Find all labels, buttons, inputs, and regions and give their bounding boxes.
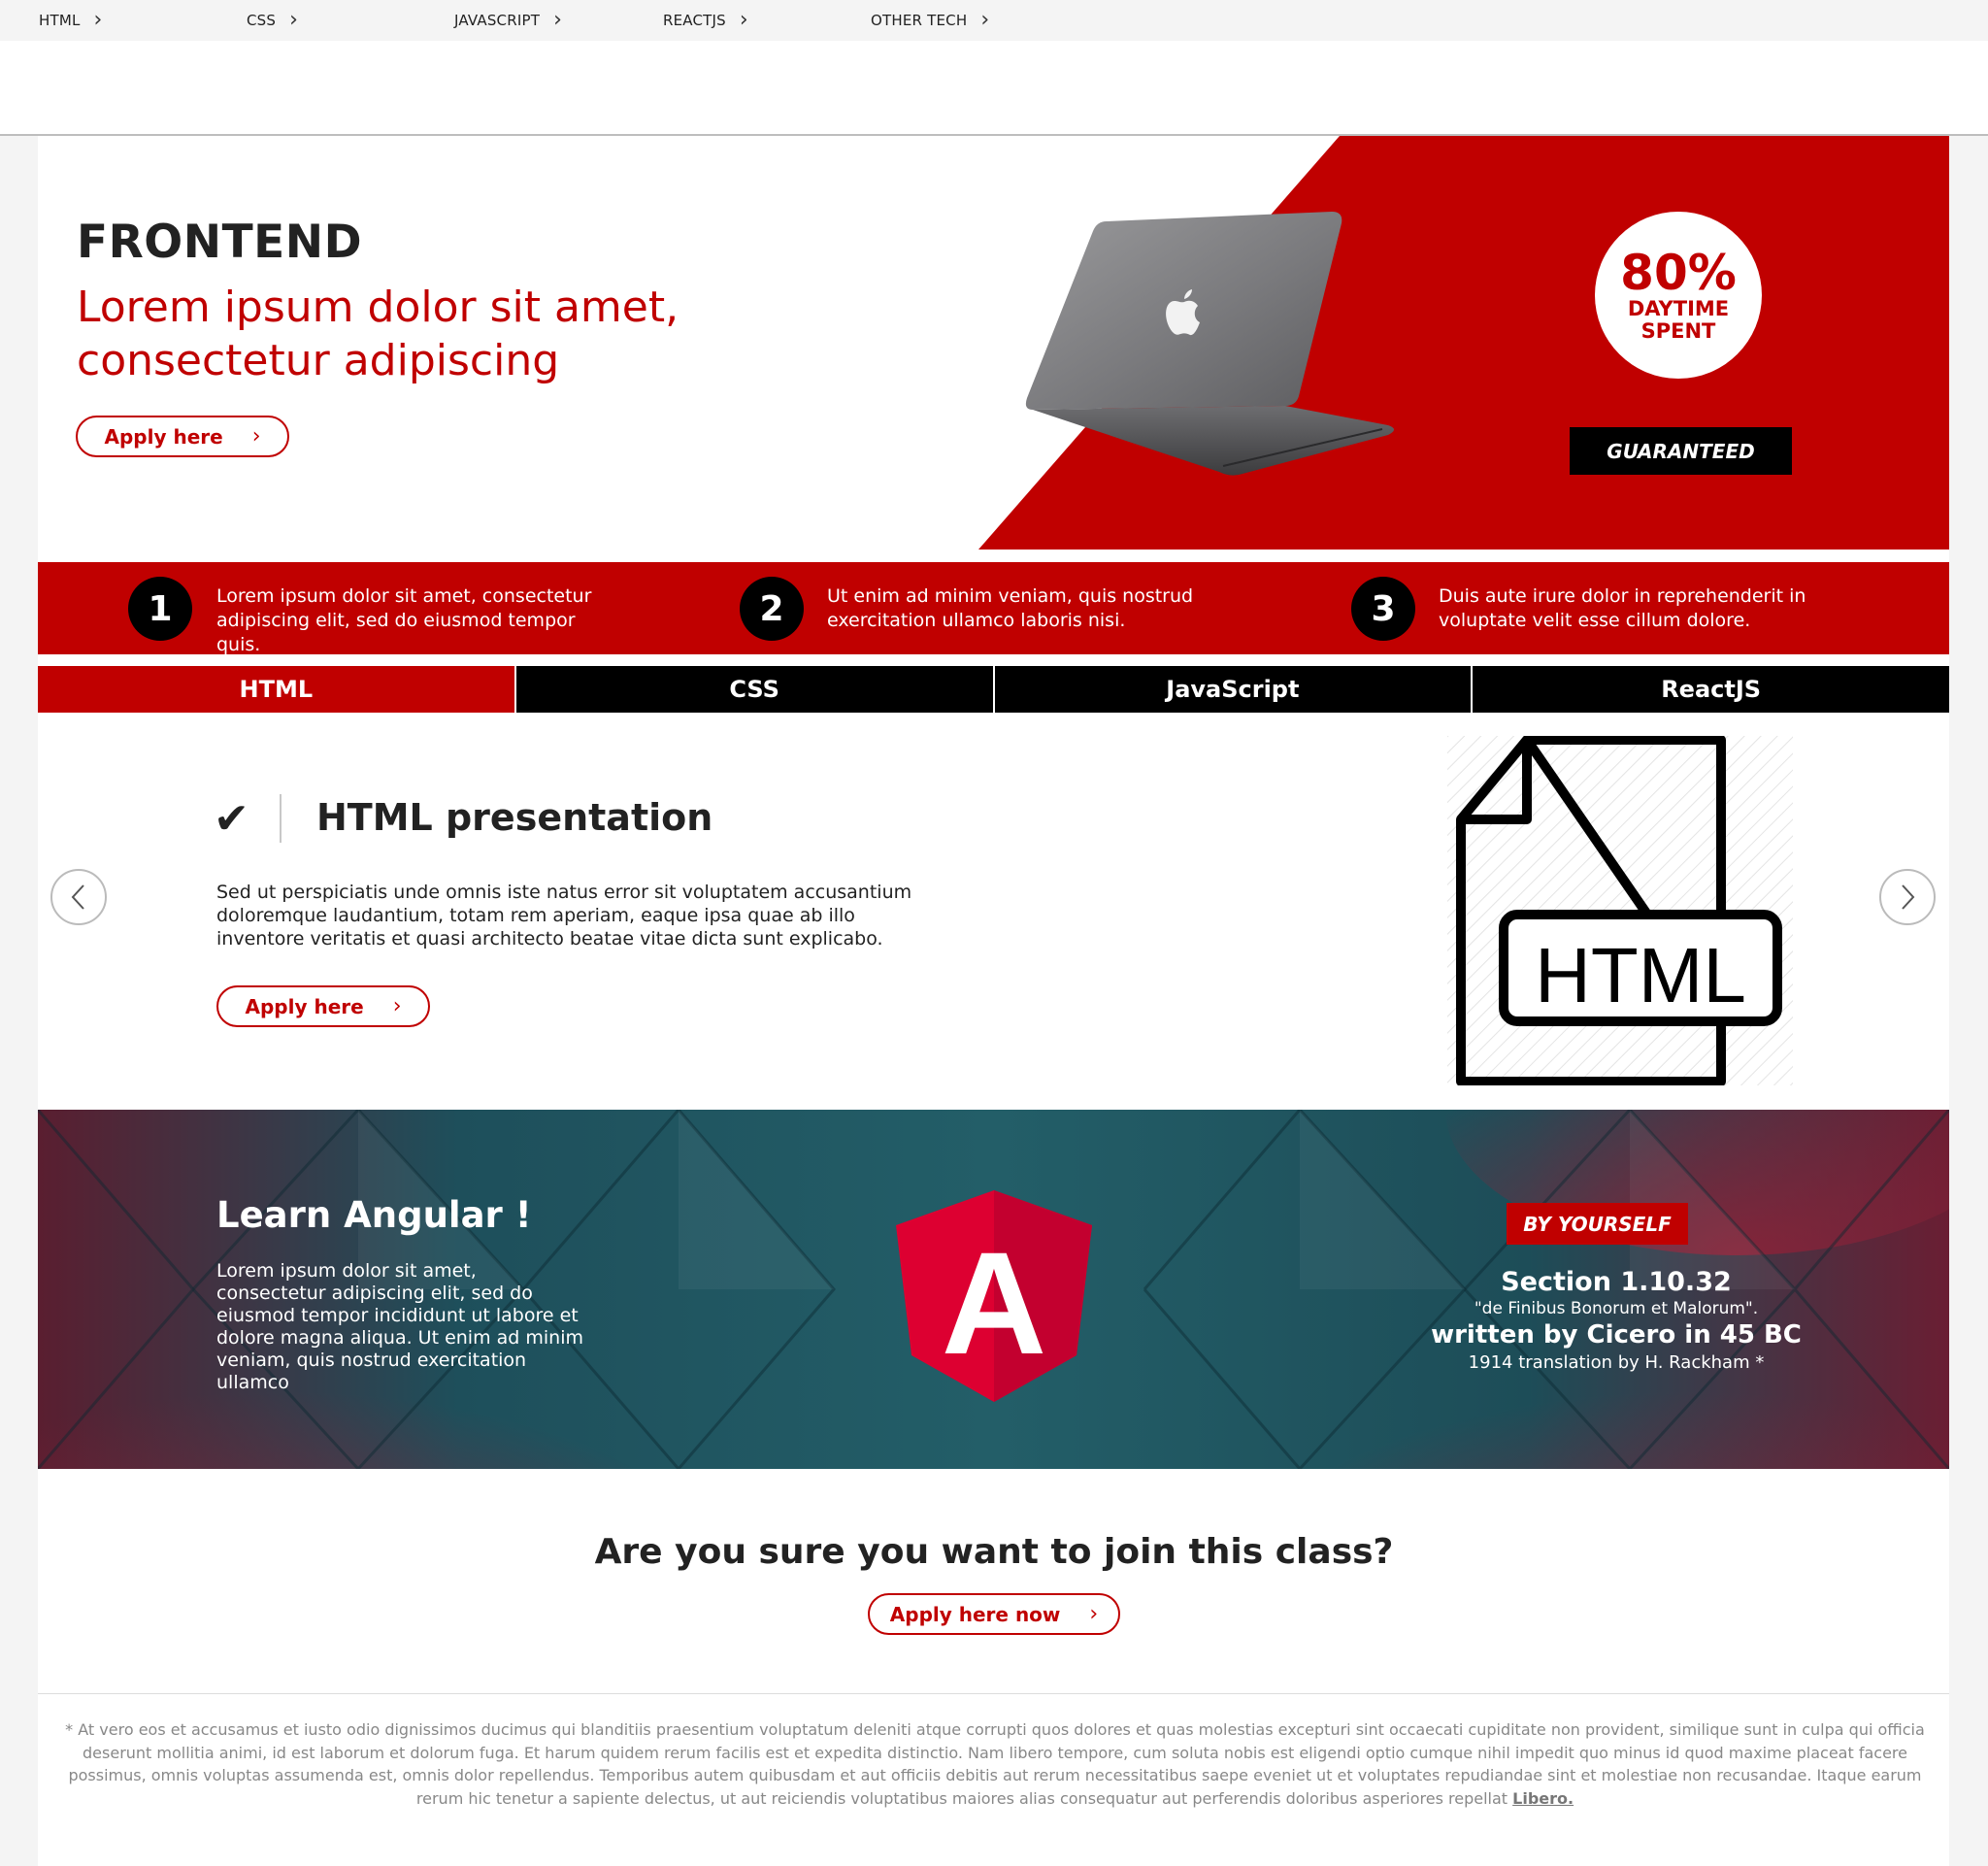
angular-logo-letter: A — [942, 1221, 1046, 1384]
chevron-right-icon: › — [739, 8, 748, 32]
nav-item-label: REACTJS — [663, 12, 726, 29]
cta-title: Are you sure you want to join this class… — [594, 1532, 1394, 1572]
section-author: written by Cicero in 45 BC — [1431, 1320, 1802, 1350]
section-quote: "de Finibus Bonorum et Malorum". — [1474, 1299, 1759, 1318]
badge-line-2: SPENT — [1640, 319, 1716, 343]
footer-divider — [38, 1693, 1949, 1694]
apply-button-label: Apply here — [104, 424, 223, 449]
tab-html[interactable]: HTML — [38, 666, 514, 713]
laptop-image — [1025, 212, 1394, 476]
angular-logo: A — [896, 1190, 1092, 1402]
presentation-title: HTML presentation — [316, 796, 713, 839]
step-text-2: Ut enim ad minim veniam, quis nostrud ex… — [827, 585, 1194, 631]
footnote: * At vero eos et accusamus et iusto odio… — [53, 1718, 1937, 1810]
step-number-1: 1 — [128, 577, 192, 641]
badge-daytime-spent: 80% DAYTIME SPENT — [1595, 212, 1762, 379]
carousel-prev-button[interactable] — [50, 869, 107, 925]
section-info: Section 1.10.32 "de Finibus Bonorum et M… — [1408, 1266, 1825, 1375]
nav-item-html[interactable]: HTML › — [39, 0, 103, 41]
apply-button-label: Apply here now — [889, 1602, 1061, 1626]
apply-button-label: Apply here — [245, 994, 364, 1018]
guaranteed-badge: GUARANTEED — [1570, 427, 1792, 475]
header-bar — [0, 41, 1988, 136]
section-translation: 1914 translation by H. Rackham * — [1468, 1352, 1765, 1373]
footnote-link[interactable]: Libero. — [1512, 1789, 1574, 1808]
chevron-right-icon — [1902, 884, 1915, 910]
chevron-right-icon: › — [251, 424, 261, 449]
tab-bar: HTML CSS JavaScript ReactJS — [38, 666, 1949, 713]
divider — [280, 794, 282, 843]
chevron-right-icon: › — [980, 8, 990, 32]
html-file-icon: HTML — [1447, 736, 1793, 1085]
badge-percent: 80% — [1620, 245, 1737, 301]
by-yourself-badge: BY YOURSELF — [1507, 1203, 1688, 1245]
footnote-text: * At vero eos et accusamus et iusto odio… — [65, 1720, 1925, 1808]
badge-line-1: DAYTIME — [1627, 297, 1730, 320]
step-number-3: 3 — [1351, 577, 1415, 641]
section-title: Section 1.10.32 — [1501, 1267, 1732, 1297]
chevron-right-icon: › — [289, 8, 299, 32]
nav-item-css[interactable]: CSS › — [247, 0, 298, 41]
chevron-right-icon: › — [392, 994, 402, 1018]
chevron-right-icon: › — [93, 8, 103, 32]
cta-apply-button[interactable]: Apply here now › — [868, 1593, 1120, 1635]
step-number-2: 2 — [740, 577, 804, 641]
chevron-right-icon: › — [553, 8, 563, 32]
step-text-3: Duis aute irure dolor in reprehenderit i… — [1439, 585, 1806, 631]
step-text-1: Lorem ipsum dolor sit amet, consectetur … — [216, 585, 592, 655]
nav-item-label: OTHER TECH — [871, 12, 968, 29]
top-nav — [0, 0, 1988, 41]
tab-css[interactable]: CSS — [515, 666, 993, 713]
presentation-body: Sed ut perspiciatis unde omnis iste natu… — [216, 882, 912, 950]
chevron-right-icon: › — [1089, 1602, 1099, 1626]
html-icon-label: HTML — [1535, 932, 1746, 1018]
nav-item-label: JAVASCRIPT — [454, 12, 541, 29]
nav-item-label: CSS — [247, 12, 277, 29]
hero-subtitle: Lorem ipsum dolor sit amet, consectetur … — [77, 283, 679, 385]
tab-javascript[interactable]: JavaScript — [994, 666, 1472, 713]
angular-body: Lorem ipsum dolor sit amet, consectetur … — [216, 1260, 583, 1393]
presentation-apply-button[interactable]: Apply here › — [216, 985, 430, 1027]
check-icon: ✔ — [214, 794, 249, 844]
hero-apply-button[interactable]: Apply here › — [76, 416, 289, 457]
nav-item-other-tech[interactable]: OTHER TECH › — [871, 0, 989, 41]
nav-item-javascript[interactable]: JAVASCRIPT › — [454, 0, 562, 41]
tab-reactjs[interactable]: ReactJS — [1473, 666, 1949, 713]
angular-title: Learn Angular ! — [216, 1194, 532, 1236]
chevron-left-icon — [71, 884, 84, 910]
nav-item-label: HTML — [39, 12, 81, 29]
hero-title: FRONTEND — [77, 216, 363, 269]
nav-item-reactjs[interactable]: REACTJS › — [663, 0, 748, 41]
carousel-next-button[interactable] — [1879, 869, 1936, 925]
